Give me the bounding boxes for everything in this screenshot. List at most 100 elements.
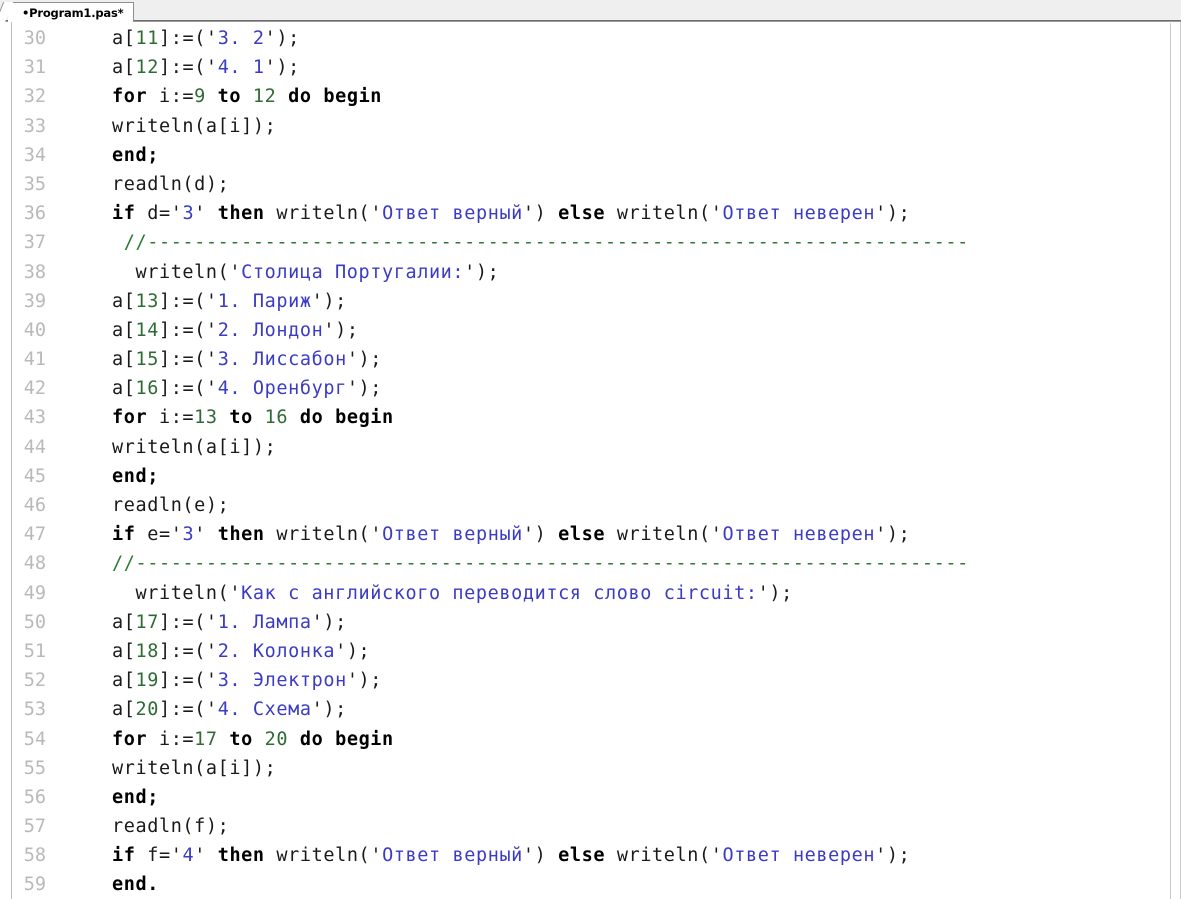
code-line[interactable]: 45 end; [0, 462, 1180, 491]
code-token: readln(f); [112, 816, 230, 838]
line-number: 44 [23, 436, 46, 458]
code-line[interactable]: 41 a[15]:=('3. Лиссабон'); [0, 345, 1180, 374]
code-token: a [112, 670, 124, 692]
code-token: i:= [147, 728, 195, 750]
code-token: then [217, 524, 265, 546]
code-token: ]:=(' [158, 319, 218, 341]
line-number: 40 [23, 319, 46, 341]
code-token: '); [346, 349, 383, 371]
line-number: 31 [23, 57, 46, 79]
code-token: ' [710, 203, 723, 225]
code-line[interactable]: 52 a[19]:=('3. Электрон'); [0, 666, 1180, 695]
code-token: writeln( [112, 582, 230, 604]
code-token: 17 [135, 611, 159, 633]
code-line[interactable]: 33 writeln(a[i]); [0, 112, 1180, 141]
code-token: 3. Лиссабон [217, 349, 347, 371]
code-token: 3. 2 [217, 28, 265, 49]
code-line[interactable]: 43 for i:=13 to 16 do begin [0, 403, 1180, 432]
code-text: readln(e); [112, 491, 229, 520]
code-line[interactable]: 35 readln(d); [0, 170, 1180, 199]
code-token: [ [123, 670, 136, 692]
code-text: //--------------------------------------… [112, 228, 969, 257]
code-token: 14 [135, 319, 159, 341]
code-token: end; [112, 465, 159, 487]
code-token: writeln( [264, 524, 371, 546]
line-number: 52 [23, 670, 46, 692]
code-line[interactable]: 36 if d='3' then writeln('Ответ верный') … [0, 199, 1180, 228]
code-token: [ [123, 319, 136, 341]
code-token: ); [886, 203, 911, 225]
code-line[interactable]: 46 readln(e); [0, 491, 1180, 520]
code-line-list: 30 a[11]:=('3. 2'); 31 a[12]:=('4. 1'); 32 fo… [0, 24, 1180, 899]
code-line[interactable]: 31 a[12]:=('4. 1'); [0, 53, 1180, 82]
code-token: Ответ неверен [722, 203, 876, 225]
code-token: ); [886, 524, 911, 546]
code-token: end; [112, 786, 159, 808]
code-token: ' [370, 524, 383, 546]
code-token: ' [170, 524, 183, 546]
code-line[interactable]: 56 end; [0, 783, 1180, 812]
code-token: i:= [147, 407, 195, 429]
code-token: [ [123, 57, 136, 79]
code-token: d= [135, 203, 171, 225]
code-token: a [112, 699, 124, 721]
code-editor-area[interactable]: 30 a[11]:=('3. 2'); 31 a[12]:=('4. 1'); 32 fo… [0, 22, 1181, 899]
line-number: 50 [23, 611, 46, 633]
code-token: ' [194, 524, 206, 546]
code-text: writeln(a[i]); [112, 433, 276, 462]
code-token: ]:=(' [158, 349, 218, 371]
line-number: 34 [23, 144, 46, 166]
code-token: [ [123, 290, 136, 312]
code-token: writeln( [605, 203, 711, 225]
code-text: writeln('Столица Португалии:'); [112, 258, 499, 287]
code-line[interactable]: 54 for i:=17 to 20 do begin [0, 725, 1180, 754]
code-line[interactable]: 39 a[13]:=('1. Париж'); [0, 287, 1180, 316]
code-token: '); [264, 57, 300, 79]
code-line[interactable]: 30 a[11]:=('3. 2'); [0, 24, 1180, 53]
code-line[interactable]: 34 end; [0, 141, 1180, 170]
code-line[interactable]: 57 readln(f); [0, 812, 1180, 841]
code-text: end; [112, 141, 159, 170]
line-number: 35 [23, 173, 46, 195]
code-token: ' [522, 524, 535, 546]
code-line[interactable]: 47 if e='3' then writeln('Ответ верный') … [0, 520, 1180, 549]
code-line[interactable]: 37 //-----------------------------------… [0, 228, 1180, 257]
code-token: ' [522, 845, 535, 867]
line-number: 56 [23, 786, 46, 808]
code-token: a [112, 319, 124, 341]
code-text: a[12]:=('4. 1'); [112, 53, 300, 82]
tab-program1-pas[interactable]: •Program1.pas* [0, 2, 135, 23]
code-line[interactable]: 32 for i:=9 to 12 do begin [0, 82, 1180, 111]
code-token: ]:=(' [158, 57, 218, 79]
code-line[interactable]: 48 //------------------------------------… [0, 549, 1180, 578]
code-token: [ [123, 640, 136, 662]
line-number: 55 [23, 757, 46, 779]
code-token: Как с английского переводится слово circ… [241, 582, 758, 604]
line-number: 51 [23, 640, 46, 662]
code-text: if e='3' then writeln('Ответ верный') el… [112, 520, 910, 549]
code-line[interactable]: 44 writeln(a[i]); [0, 433, 1180, 462]
code-token: writeln( [605, 845, 711, 867]
code-token: ' [229, 582, 242, 604]
code-line[interactable]: 42 a[16]:=('4. Оренбург'); [0, 374, 1180, 403]
code-text: if f='4' then writeln('Ответ верный') el… [112, 841, 910, 870]
code-token: 3. Электрон [217, 670, 347, 692]
code-line[interactable]: 50 a[17]:=('1. Лампа'); [0, 608, 1180, 637]
line-number: 53 [23, 699, 46, 721]
code-token: '); [323, 319, 359, 341]
code-line[interactable]: 55 writeln(a[i]); [0, 754, 1180, 783]
code-line[interactable]: 40 a[14]:=('2. Лондон'); [0, 316, 1180, 345]
code-token: //--------------------------------------… [112, 553, 969, 575]
code-line[interactable]: 38 writeln('Столица Португалии:'); [0, 258, 1180, 287]
code-line[interactable]: 53 a[20]:=('4. Схема'); [0, 695, 1180, 724]
code-line[interactable]: 58 if f='4' then writeln('Ответ верный') … [0, 841, 1180, 870]
code-line[interactable]: 49 writeln('Как с английского переводитс… [0, 579, 1180, 608]
code-text: a[13]:=('1. Париж'); [112, 287, 347, 316]
code-line[interactable]: 51 a[18]:=('2. Колонка'); [0, 637, 1180, 666]
code-token: 13 [194, 407, 218, 429]
code-token: readln(e); [112, 495, 230, 516]
code-line[interactable]: 59 end. [0, 870, 1180, 899]
